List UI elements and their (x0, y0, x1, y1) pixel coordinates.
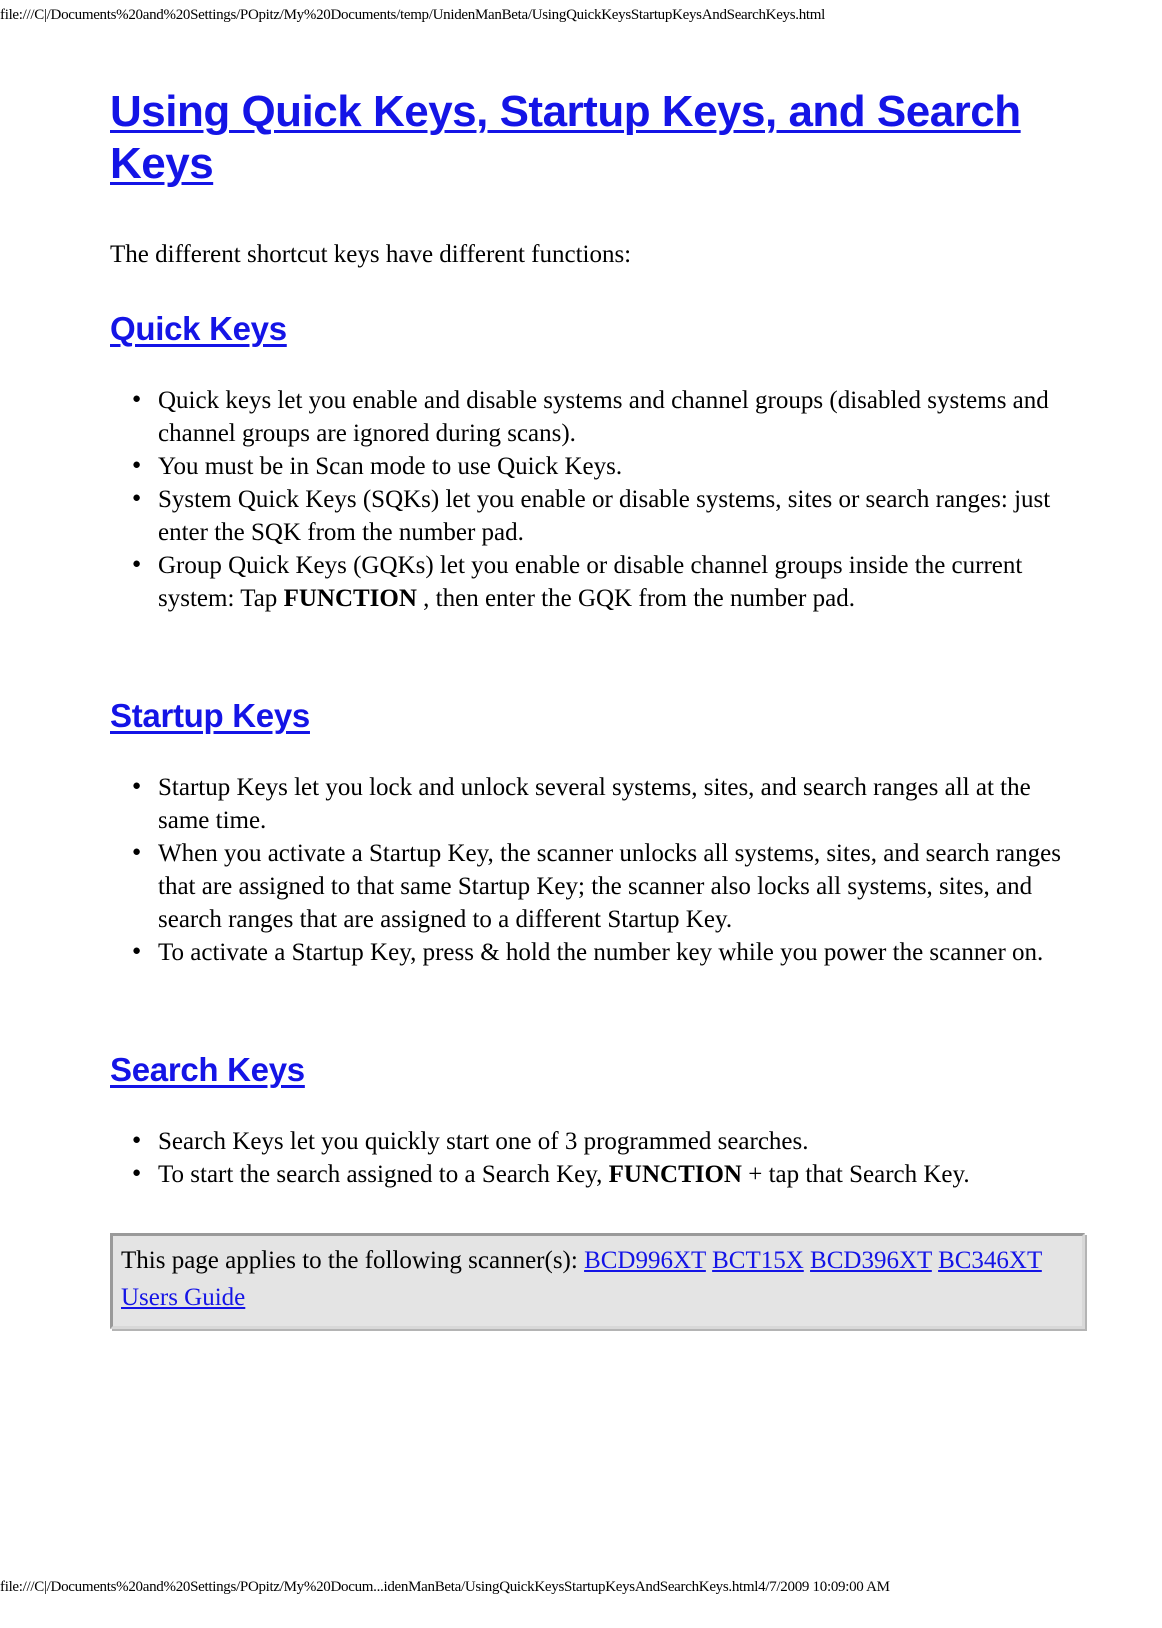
print-footer-url: file:///C|/Documents%20and%20Settings/PO… (0, 1579, 890, 1595)
list-item: Quick keys let you enable and disable sy… (110, 383, 1085, 450)
list-item-text: + tap that Search Key. (741, 1161, 970, 1188)
emphasis-text: FUNCTION (283, 585, 417, 612)
list-item: Startup Keys let you lock and unlock sev… (110, 770, 1085, 837)
scanner-link-bcd996xt[interactable]: BCD996XT (584, 1247, 706, 1274)
list-item-text: When you activate a Startup Key, the sca… (158, 840, 1061, 933)
list-item-text: Startup Keys let you lock and unlock sev… (158, 774, 1031, 834)
scanner-link-bct15x[interactable]: BCT15X (712, 1247, 804, 1274)
scanner-link-users-guide[interactable]: Users Guide (121, 1284, 245, 1311)
document-body: Using Quick Keys, Startup Keys, and Sear… (110, 86, 1085, 1329)
section-heading-link[interactable]: Search Keys (110, 1051, 305, 1088)
intro-paragraph: The different shortcut keys have differe… (110, 241, 632, 268)
list-item: Search Keys let you quickly start one of… (110, 1124, 1085, 1158)
sections-container: Quick Keys Quick keys let you enable and … (110, 270, 1085, 1233)
list-item-text: System Quick Keys (SQKs) let you enable … (158, 486, 1051, 546)
list-item-text: , then enter the GQK from the number pad… (416, 585, 855, 612)
section-heading-startup-keys: Startup Keys (110, 697, 1085, 735)
list-item-text: To activate a Startup Key, press & hold … (158, 939, 1044, 966)
list-item: System Quick Keys (SQKs) let you enable … (110, 482, 1085, 549)
section-heading-search-keys: Search Keys (110, 1051, 1085, 1089)
print-header-url: file:///C|/Documents%20and%20Settings/PO… (0, 7, 826, 23)
bullet-list: Search Keys let you quickly start one of… (110, 1124, 1085, 1191)
section-heading-link[interactable]: Quick Keys (110, 310, 287, 347)
list-item-text: Search Keys let you quickly start one of… (158, 1128, 809, 1155)
scanner-link-bcd396xt[interactable]: BCD396XT (810, 1247, 932, 1274)
section-heading-link[interactable]: Startup Keys (110, 697, 310, 734)
list-item: You must be in Scan mode to use Quick Ke… (110, 449, 1085, 483)
applies-to-box: This page applies to the following scann… (110, 1233, 1085, 1329)
list-item: Group Quick Keys (GQKs) let you enable o… (110, 548, 1085, 615)
list-item: To activate a Startup Key, press & hold … (110, 935, 1085, 969)
list-item-text: Quick keys let you enable and disable sy… (158, 387, 1049, 447)
section-heading-quick-keys: Quick Keys (110, 310, 1085, 348)
scanner-link-bc346xt[interactable]: BC346XT (938, 1247, 1042, 1274)
applies-to-lead-text: This page applies to the following scann… (121, 1247, 585, 1274)
emphasis-text: FUNCTION (608, 1161, 742, 1188)
list-item: When you activate a Startup Key, the sca… (110, 836, 1085, 936)
list-item: To start the search assigned to a Search… (110, 1157, 1085, 1191)
page-title-link[interactable]: Using Quick Keys, Startup Keys, and Sear… (110, 87, 1021, 188)
bullet-list: Quick keys let you enable and disable sy… (110, 383, 1085, 615)
bullet-list: Startup Keys let you lock and unlock sev… (110, 770, 1085, 969)
list-item-text: To start the search assigned to a Search… (158, 1161, 609, 1188)
page-title: Using Quick Keys, Startup Keys, and Sear… (110, 86, 1085, 190)
list-item-text: You must be in Scan mode to use Quick Ke… (158, 453, 623, 480)
